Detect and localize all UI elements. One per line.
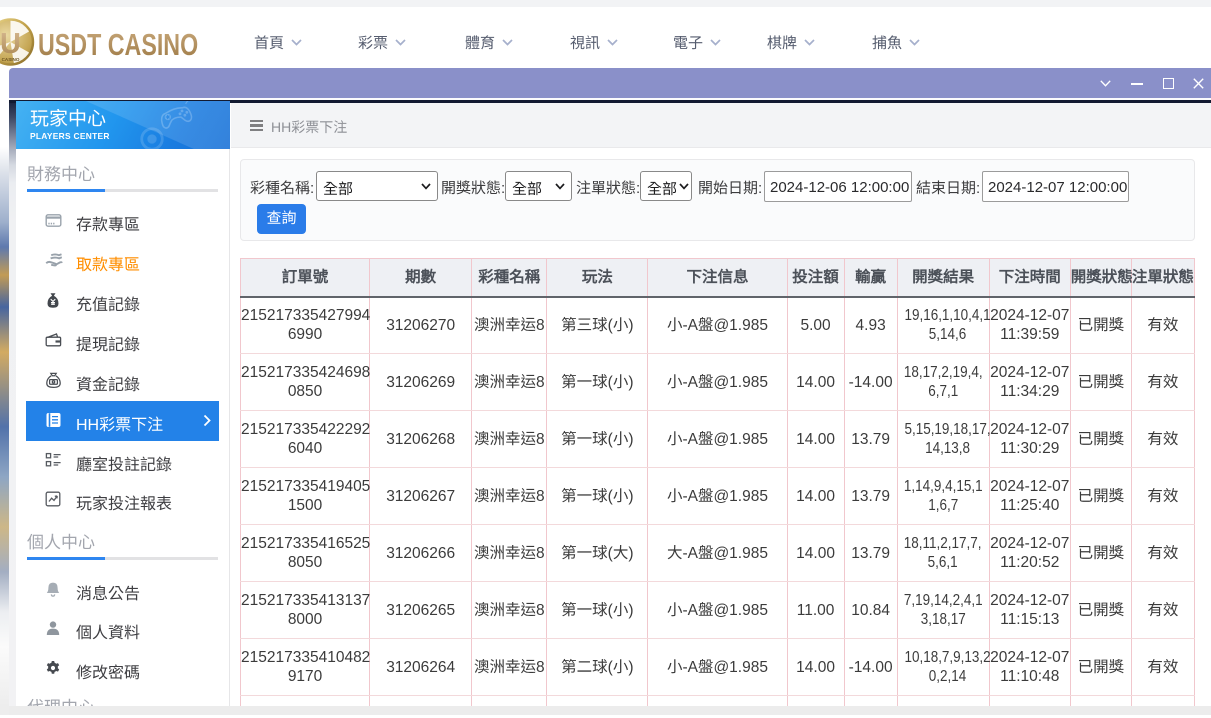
svg-text:CASINO: CASINO [2,57,20,62]
svg-text:U: U [0,28,21,60]
